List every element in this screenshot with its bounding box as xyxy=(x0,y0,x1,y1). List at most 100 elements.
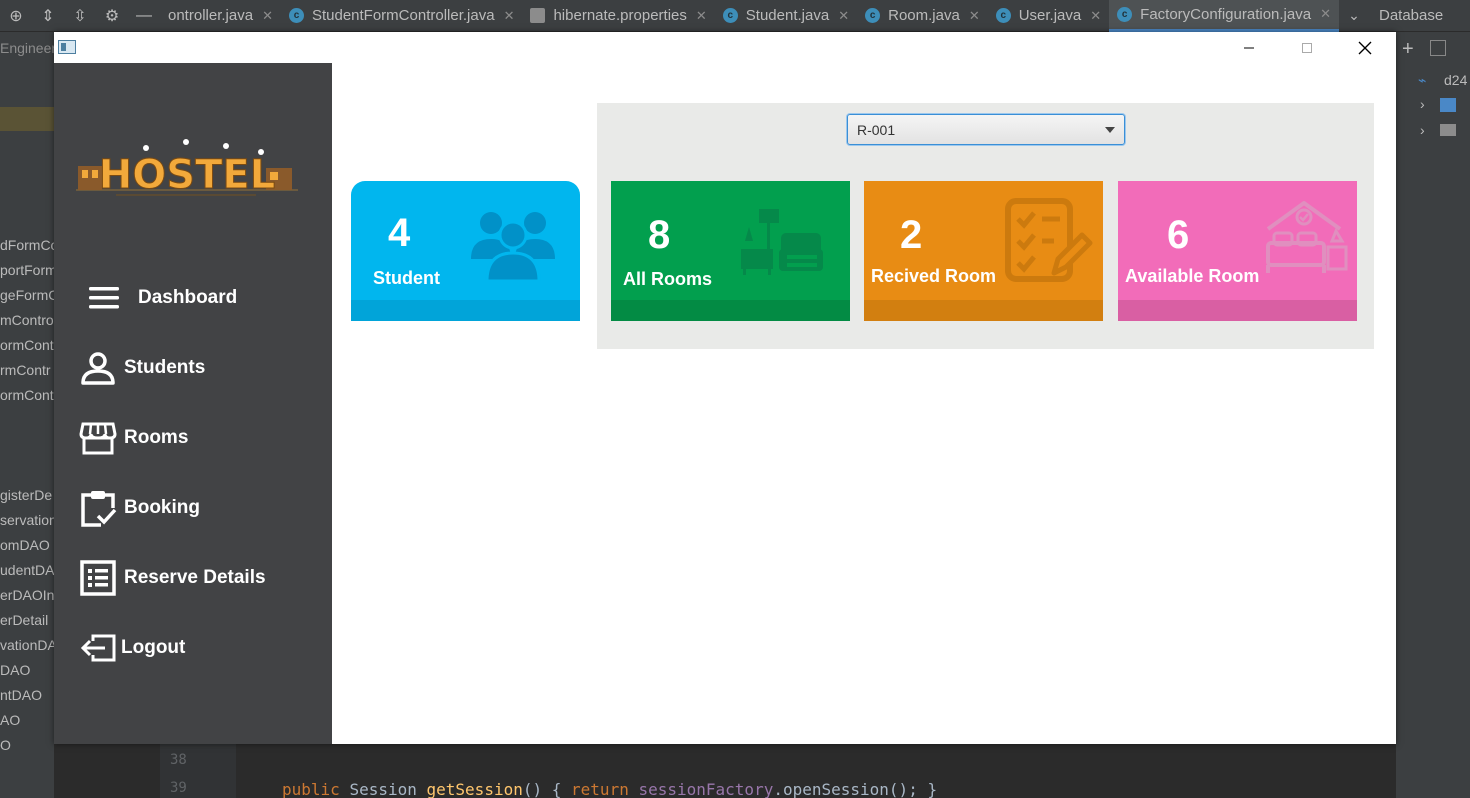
card-strip xyxy=(864,300,1103,321)
editor-tab[interactable]: c Student.java ✕ xyxy=(715,0,857,32)
clipboard-check-icon xyxy=(78,488,118,528)
class-icon: c xyxy=(1117,6,1133,22)
available-room-card[interactable]: 6 Available Room xyxy=(1118,181,1357,321)
all-rooms-card[interactable]: 8 All Rooms xyxy=(611,181,850,321)
minimize-button[interactable] xyxy=(1221,32,1277,63)
editor-tab[interactable]: c Room.java ✕ xyxy=(857,0,988,32)
editor-tab[interactable]: hibernate.properties ✕ xyxy=(522,0,714,32)
tree-item[interactable]: ormCont xyxy=(0,337,54,353)
close-button[interactable] xyxy=(1337,32,1393,63)
close-icon[interactable]: ✕ xyxy=(1320,6,1331,22)
tree-item[interactable]: gisterDe xyxy=(0,487,52,503)
close-icon[interactable]: ✕ xyxy=(969,8,980,24)
sidebar-item-label: Reserve Details xyxy=(124,567,266,588)
sidebar-item-booking[interactable]: Booking xyxy=(78,488,200,528)
line-number: 38 xyxy=(170,752,187,768)
code-line: public Session getSession() { return ses… xyxy=(282,780,937,798)
collapse-all-icon[interactable]: ⇳ xyxy=(64,0,96,32)
hostel-app-window: HOSTEL Dashboard Students Rooms Booking … xyxy=(54,32,1396,744)
list-icon xyxy=(78,558,118,598)
chevron-down-icon[interactable]: ⌄ xyxy=(1339,0,1369,32)
properties-icon xyxy=(530,8,546,23)
expand-all-icon[interactable]: ⇕ xyxy=(32,0,64,32)
folder-icon xyxy=(1440,124,1456,136)
tree-selection xyxy=(0,107,54,131)
room-select[interactable]: R-001 xyxy=(847,114,1125,145)
student-card-label: Student xyxy=(373,268,440,288)
tree-item[interactable]: omDAO xyxy=(0,537,50,553)
tree-item[interactable]: udentDA xyxy=(0,562,54,578)
tab-label: hibernate.properties xyxy=(553,7,687,24)
sidebar-item-reserve-details[interactable]: Reserve Details xyxy=(78,558,266,598)
chevron-right-icon[interactable]: › xyxy=(1420,96,1425,112)
code-token: { xyxy=(551,780,562,798)
add-icon[interactable]: + xyxy=(1402,38,1414,61)
class-icon: c xyxy=(865,8,881,23)
ide-toolbar: ⊕ ⇕ ⇳ ⚙ — xyxy=(0,0,160,32)
tree-item[interactable]: ntDAO xyxy=(0,687,42,703)
tree-item[interactable]: Engineer xyxy=(0,40,54,56)
tree-item[interactable]: AO xyxy=(0,712,20,728)
gear-icon[interactable]: ⚙ xyxy=(96,0,128,32)
tree-item[interactable]: mControl xyxy=(0,312,54,328)
chevron-right-icon[interactable]: › xyxy=(1420,122,1425,138)
tree-item[interactable]: DAO xyxy=(0,662,30,678)
hostel-logo: HOSTEL xyxy=(76,128,298,213)
tree-item[interactable]: ormContr xyxy=(0,387,54,403)
tree-item[interactable]: servation xyxy=(0,512,54,528)
users-group-icon xyxy=(469,209,557,288)
close-icon[interactable]: ✕ xyxy=(262,8,273,24)
app-icon xyxy=(58,40,76,54)
dashboard-content: 4 Student R-001 8 All Rooms 2 Recived Ro… xyxy=(332,63,1396,744)
tree-item[interactable]: geFormC xyxy=(0,287,54,303)
sidebar-item-logout[interactable]: Logout xyxy=(78,628,185,668)
sidebar-item-label: Logout xyxy=(121,637,186,658)
line-gutter: 38 39 xyxy=(160,744,236,798)
bedroom-icon xyxy=(1264,199,1350,284)
line-number: 39 xyxy=(170,780,187,796)
tree-item[interactable]: O xyxy=(0,737,11,753)
class-icon: c xyxy=(995,8,1011,23)
tree-item[interactable]: rmContr xyxy=(0,362,51,378)
sidebar-item-dashboard[interactable]: Dashboard xyxy=(78,278,237,318)
furniture-icon xyxy=(739,207,825,282)
close-icon[interactable]: ✕ xyxy=(504,8,515,24)
close-icon[interactable]: ✕ xyxy=(1090,8,1101,24)
student-count-card[interactable]: 4 Student xyxy=(351,181,580,321)
tab-label: Room.java xyxy=(888,7,960,24)
tree-item[interactable]: dFormCo xyxy=(0,237,54,253)
room-panel: R-001 8 All Rooms 2 Recived Room 6 Avail… xyxy=(597,103,1374,349)
editor-tab[interactable]: c StudentFormController.java ✕ xyxy=(281,0,523,32)
received-room-count: 2 xyxy=(900,213,923,257)
sidebar-item-students[interactable]: Students xyxy=(78,348,205,388)
copy-icon[interactable] xyxy=(1430,40,1446,56)
editor-tab[interactable]: ontroller.java ✕ xyxy=(160,0,281,32)
code-token: Session xyxy=(349,780,417,798)
code-token: .openSession(); xyxy=(773,780,918,798)
maximize-button[interactable] xyxy=(1279,32,1335,63)
close-icon[interactable]: ✕ xyxy=(696,8,707,24)
tree-item[interactable]: vationDA xyxy=(0,637,54,653)
tab-label: User.java xyxy=(1018,7,1082,24)
tree-item[interactable]: erDAOIn xyxy=(0,587,54,603)
tree-item[interactable]: portForm xyxy=(0,262,54,278)
db-node-label[interactable]: d24 xyxy=(1444,72,1467,88)
project-tree: Engineer dFormCo portForm geFormC mContr… xyxy=(0,32,54,798)
chevron-down-icon xyxy=(1105,127,1115,133)
target-icon[interactable]: ⊕ xyxy=(0,0,32,32)
editor-tab-active[interactable]: c FactoryConfiguration.java ✕ xyxy=(1109,0,1339,32)
sidebar-item-rooms[interactable]: Rooms xyxy=(78,418,188,458)
class-icon: c xyxy=(722,8,738,23)
all-rooms-count: 8 xyxy=(648,213,671,257)
tab-label: StudentFormController.java xyxy=(311,7,495,24)
code-token: public xyxy=(282,780,340,798)
minimize-panel-icon[interactable]: — xyxy=(128,0,160,32)
close-icon[interactable]: ✕ xyxy=(838,8,849,24)
card-strip xyxy=(351,300,580,321)
code-editor[interactable]: 38 39 public Session getSession() { retu… xyxy=(160,744,1385,798)
received-room-card[interactable]: 2 Recived Room xyxy=(864,181,1103,321)
available-room-count: 6 xyxy=(1167,213,1190,257)
editor-tab[interactable]: c User.java ✕ xyxy=(988,0,1109,32)
database-icon: ⌁ xyxy=(1418,72,1427,88)
tree-item[interactable]: erDetail xyxy=(0,612,48,628)
